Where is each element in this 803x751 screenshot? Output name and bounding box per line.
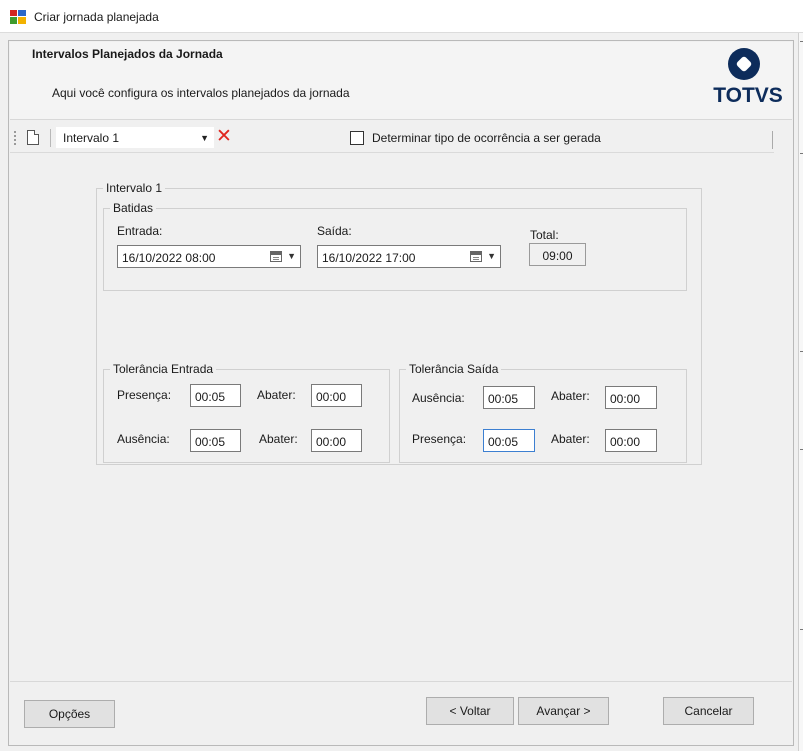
saida-abater1-label: Abater: <box>551 389 590 403</box>
total-label: Total: <box>530 228 559 242</box>
entrada-ausencia-input[interactable]: 00:05 <box>190 429 241 452</box>
back-button[interactable]: < Voltar <box>426 697 514 725</box>
window: Criar jornada planejada Intervalos Plane… <box>0 0 803 751</box>
delete-x-icon[interactable]: ✕ <box>216 127 232 146</box>
saida-abater1-input[interactable]: 00:00 <box>605 386 657 409</box>
entrada-ausencia-label: Ausência: <box>117 432 170 446</box>
tolerancia-entrada-title: Tolerância Entrada <box>110 362 217 376</box>
entrada-presenca-input[interactable]: 00:05 <box>190 384 241 407</box>
calendar-icon[interactable] <box>270 251 282 262</box>
interval-select-value: Intervalo 1 <box>63 131 120 145</box>
tolerancia-entrada-group: Tolerância Entrada Presença: 00:05 Abate… <box>103 362 390 463</box>
entrada-presenca-label: Presença: <box>117 388 172 402</box>
saida-abater2-label: Abater: <box>551 432 590 446</box>
options-button[interactable]: Opções <box>24 700 115 728</box>
total-value: 09:00 <box>529 243 586 266</box>
ocorrencia-checkbox[interactable] <box>350 131 364 145</box>
new-document-icon[interactable] <box>27 130 39 145</box>
title-bar: Criar jornada planejada <box>0 0 803 33</box>
entrada-abater1-input[interactable]: 00:00 <box>311 384 362 407</box>
totvs-logo: TOTVS <box>706 48 790 114</box>
entrada-abater1-label: Abater: <box>257 388 296 402</box>
saida-datetime-input[interactable]: 16/10/2022 17:00 ▼ <box>317 245 501 268</box>
wizard-dialog: Intervalos Planejados da Jornada Aqui vo… <box>8 40 794 746</box>
totvs-logo-text: TOTVS <box>713 84 783 107</box>
saida-ausencia-input[interactable]: 00:05 <box>483 386 535 409</box>
saida-label: Saída: <box>317 224 352 238</box>
footer-divider <box>10 681 792 682</box>
chevron-down-icon[interactable]: ▼ <box>200 133 209 143</box>
chevron-down-icon[interactable]: ▼ <box>487 251 496 261</box>
app-icon <box>10 10 26 24</box>
next-button[interactable]: Avançar > <box>518 697 609 725</box>
saida-ausencia-label: Ausência: <box>412 391 465 405</box>
entrada-abater2-label: Abater: <box>259 432 298 446</box>
chevron-down-icon[interactable]: ▼ <box>287 251 296 261</box>
batidas-group: Batidas Entrada: 16/10/2022 08:00 ▼ Saíd… <box>103 201 687 291</box>
interval-group: Intervalo 1 Batidas Entrada: 16/10/2022 … <box>96 181 702 465</box>
saida-datetime-value: 16/10/2022 17:00 <box>322 251 416 265</box>
entrada-datetime-input[interactable]: 16/10/2022 08:00 ▼ <box>117 245 301 268</box>
calendar-icon[interactable] <box>470 251 482 262</box>
ocorrencia-checkbox-label[interactable]: Determinar tipo de ocorrência a ser gera… <box>372 131 601 145</box>
window-title: Criar jornada planejada <box>34 10 159 24</box>
interval-toolbar: Intervalo 1 ▼ ✕ Determinar tipo de ocorr… <box>10 123 774 153</box>
entrada-label: Entrada: <box>117 224 163 238</box>
saida-abater2-input[interactable]: 00:00 <box>605 429 657 452</box>
page-title: Intervalos Planejados da Jornada <box>32 47 223 61</box>
entrada-abater2-input[interactable]: 00:00 <box>311 429 362 452</box>
toolbar-separator <box>772 131 773 149</box>
tolerancia-saida-group: Tolerância Saída Ausência: 00:05 Abater:… <box>399 362 687 463</box>
batidas-group-title: Batidas <box>110 201 157 215</box>
interval-select[interactable]: Intervalo 1 ▼ <box>56 127 214 148</box>
cancel-button[interactable]: Cancelar <box>663 697 754 725</box>
wizard-header: Intervalos Planejados da Jornada Aqui vo… <box>10 42 792 120</box>
background-window-edge <box>798 33 803 751</box>
interval-group-title: Intervalo 1 <box>103 181 166 195</box>
entrada-datetime-value: 16/10/2022 08:00 <box>122 251 216 265</box>
page-description: Aqui você configura os intervalos planej… <box>52 86 350 100</box>
toolbar-separator <box>50 129 51 147</box>
totvs-logo-icon <box>728 48 760 80</box>
saida-presenca-input[interactable]: 00:05 <box>483 429 535 452</box>
toolbar-grip-icon[interactable] <box>14 131 16 145</box>
tolerancia-saida-title: Tolerância Saída <box>406 362 502 376</box>
saida-presenca-label: Presença: <box>412 432 467 446</box>
